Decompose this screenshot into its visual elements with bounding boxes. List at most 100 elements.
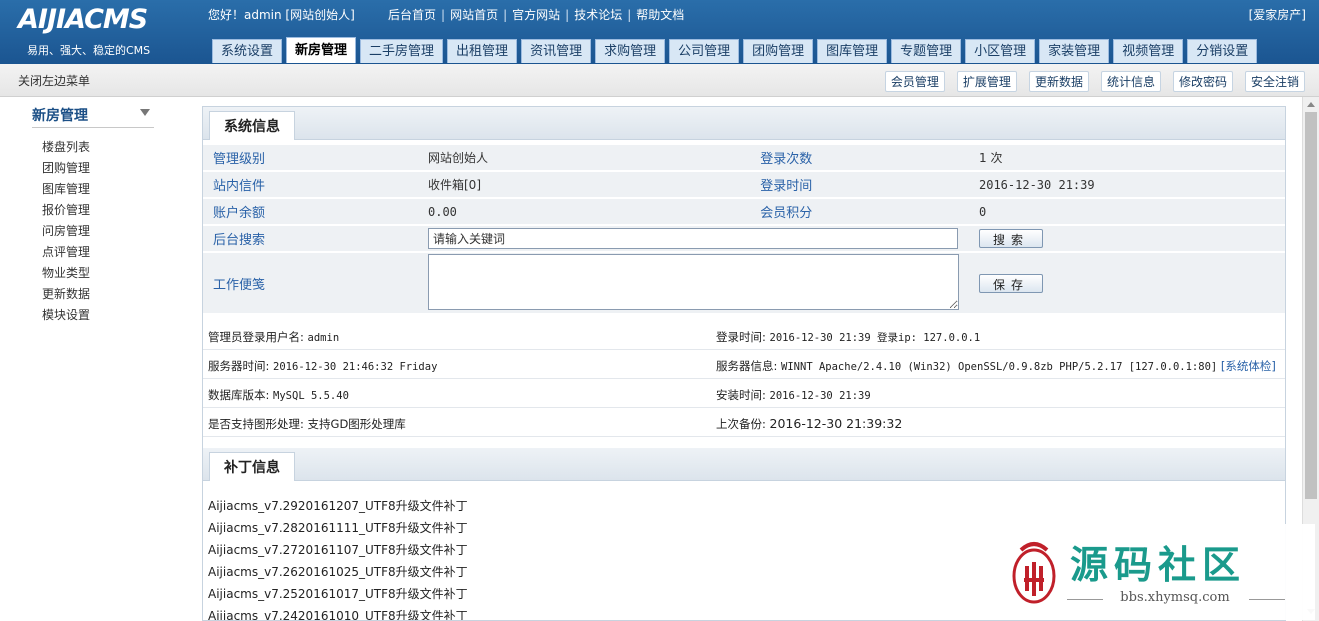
gd-support-value: 支持GD图形处理库	[307, 417, 406, 431]
tab-company[interactable]: 公司管理	[669, 39, 740, 63]
sidebar-item-group-buy[interactable]: 团购管理	[42, 158, 90, 179]
tab-new-house[interactable]: 新房管理	[286, 37, 357, 63]
db-version-line: 数据库版本: MySQL 5.5.40	[208, 387, 349, 403]
db-version-label: 数据库版本:	[208, 388, 270, 402]
tab-decoration[interactable]: 家装管理	[1039, 39, 1110, 63]
sidebar-title[interactable]: 新房管理	[32, 105, 88, 125]
sysinfo-table: 管理级别 网站创始人 登录次数 1 次 站内信件 收件箱[0] 登录时间 201…	[203, 143, 1285, 315]
change-password-button[interactable]: 修改密码	[1172, 71, 1233, 92]
server-time-value: 2016-12-30 21:46:32 Friday	[273, 361, 438, 373]
patch-item[interactable]: Aijiacms_v7.2920161207_UTF8升级文件补丁	[208, 495, 468, 517]
sidebar-item-gallery[interactable]: 图库管理	[42, 179, 90, 200]
last-backup-label: 上次备份:	[716, 417, 766, 431]
install-time-line: 安装时间: 2016-12-30 21:39	[716, 387, 871, 403]
balance-value: 0.00	[418, 199, 751, 224]
logo-tagline: 易用、强大、稳定的CMS	[27, 44, 151, 57]
chevron-down-icon[interactable]	[140, 109, 150, 116]
search-cell	[418, 226, 969, 251]
patch-item[interactable]: Aijiacms_v7.2420161010_UTF8升级文件补丁	[208, 605, 468, 620]
member-management-button[interactable]: 会员管理	[884, 71, 945, 92]
top-links: 后台首页 | 网站首页 | 官方网站 | 技术论坛 | 帮助文档	[388, 6, 684, 23]
inbox-link[interactable]: 收件箱[0]	[418, 172, 751, 197]
seal-logo-icon	[1012, 542, 1056, 604]
update-data-button[interactable]: 更新数据	[1028, 71, 1089, 92]
table-row: 工作便笺 保存	[203, 253, 1285, 313]
patch-header: 补丁信息	[203, 448, 1285, 481]
patch-item[interactable]: Aijiacms_v7.2820161111_UTF8升级文件补丁	[208, 517, 468, 539]
sysinfo-tab[interactable]: 系统信息	[209, 111, 295, 140]
top-header: AIJIACMS 易用、强大、稳定的CMS 您好！admin [网站创始人] 后…	[0, 0, 1319, 64]
save-button[interactable]: 保存	[979, 273, 1043, 293]
link-separator: |	[441, 8, 446, 22]
tab-second-hand[interactable]: 二手房管理	[360, 39, 444, 63]
link-separator: |	[627, 8, 632, 22]
sidebar-item-reviews[interactable]: 点评管理	[42, 242, 90, 263]
points-label: 会员积分	[750, 199, 969, 224]
watermark-title: 源码社区	[1070, 543, 1247, 587]
patch-item[interactable]: Aijiacms_v7.2620161025_UTF8升级文件补丁	[208, 561, 468, 583]
info-row: 数据库版本: MySQL 5.5.40 安装时间: 2016-12-30 21:…	[203, 379, 1285, 408]
table-row: 后台搜索 搜索	[203, 226, 1285, 251]
sidebar-item-inquiries[interactable]: 问房管理	[42, 221, 90, 242]
tab-group-buy[interactable]: 团购管理	[743, 39, 814, 63]
main-nav-tabs: 系统设置 新房管理 二手房管理 出租管理 资讯管理 求购管理 公司管理 团购管理…	[212, 37, 1261, 64]
sidebar-divider	[32, 127, 154, 128]
tab-system-settings[interactable]: 系统设置	[212, 39, 283, 63]
patch-item[interactable]: Aijiacms_v7.2720161107_UTF8升级文件补丁	[208, 539, 468, 561]
messages-label: 站内信件	[203, 172, 418, 197]
tab-rental[interactable]: 出租管理	[447, 39, 518, 63]
site-name-link[interactable]: [爱家房产]	[1249, 6, 1306, 23]
extension-management-button[interactable]: 扩展管理	[956, 71, 1017, 92]
link-help-docs[interactable]: 帮助文档	[636, 8, 684, 22]
sidebar-item-property-list[interactable]: 楼盘列表	[42, 137, 90, 158]
patch-tab[interactable]: 补丁信息	[209, 452, 295, 481]
link-admin-home[interactable]: 后台首页	[388, 8, 436, 22]
sidebar-item-update-data[interactable]: 更新数据	[42, 284, 90, 305]
balance-label: 账户余额	[203, 199, 418, 224]
tab-news[interactable]: 资讯管理	[521, 39, 592, 63]
tab-topics[interactable]: 专题管理	[891, 39, 962, 63]
login-time-line: 登录时间: 2016-12-30 21:39 登录ip: 127.0.0.1	[716, 329, 980, 345]
login-count-label: 登录次数	[750, 145, 969, 170]
statistics-button[interactable]: 统计信息	[1100, 71, 1161, 92]
save-button-cell: 保存	[969, 253, 1285, 313]
watermark-url: bbs.xhymsq.com	[1120, 590, 1230, 605]
link-separator: |	[503, 8, 508, 22]
memo-cell	[418, 253, 969, 313]
tab-community[interactable]: 小区管理	[965, 39, 1036, 63]
logo[interactable]: AIJIACMS	[18, 4, 148, 35]
login-time-label: 登录时间	[750, 172, 969, 197]
tab-gallery[interactable]: 图库管理	[817, 39, 888, 63]
info-row: 是否支持图形处理: 支持GD图形处理库 上次备份: 2016-12-30 21:…	[203, 408, 1285, 437]
memo-textarea[interactable]	[428, 253, 959, 310]
install-time-label: 安装时间:	[716, 388, 766, 402]
close-left-menu-link[interactable]: 关闭左边菜单	[18, 72, 90, 89]
admin-search-label: 后台搜索	[203, 226, 418, 251]
logout-button[interactable]: 安全注销	[1244, 71, 1305, 92]
system-check-link[interactable]: [系统体检]	[1221, 359, 1276, 373]
sidebar-item-property-types[interactable]: 物业类型	[42, 263, 90, 284]
admin-level-value: 网站创始人	[418, 145, 751, 170]
scroll-thumb[interactable]	[1305, 112, 1317, 499]
server-time-line: 服务器时间: 2016-12-30 21:46:32 Friday	[208, 358, 437, 374]
server-info-value: WINNT Apache/2.4.10 (Win32) OpenSSL/0.9.…	[781, 361, 1218, 373]
info-row: 管理员登录用户名: admin 登录时间: 2016-12-30 21:39 登…	[203, 321, 1285, 350]
search-button[interactable]: 搜索	[979, 229, 1043, 248]
tab-wanted[interactable]: 求购管理	[595, 39, 666, 63]
search-input[interactable]	[428, 228, 958, 249]
link-forum[interactable]: 技术论坛	[574, 8, 622, 22]
scroll-up-arrow-icon[interactable]	[1307, 102, 1315, 107]
sidebar-item-module-settings[interactable]: 模块设置	[42, 305, 90, 326]
server-time-label: 服务器时间:	[208, 359, 270, 373]
admin-user-line: 管理员登录用户名: admin	[208, 329, 339, 345]
tab-video[interactable]: 视频管理	[1113, 39, 1184, 63]
patch-item[interactable]: Aijiacms_v7.2520161017_UTF8升级文件补丁	[208, 583, 468, 605]
points-value: 0	[969, 199, 1285, 224]
memo-label: 工作便笺	[203, 253, 418, 313]
link-official-site[interactable]: 官方网站	[512, 8, 560, 22]
server-info-label: 服务器信息:	[716, 359, 778, 373]
sidebar-item-quotes[interactable]: 报价管理	[42, 200, 90, 221]
tab-distribution[interactable]: 分销设置	[1187, 39, 1258, 63]
link-site-home[interactable]: 网站首页	[450, 8, 498, 22]
admin-level-label: 管理级别	[203, 145, 418, 170]
